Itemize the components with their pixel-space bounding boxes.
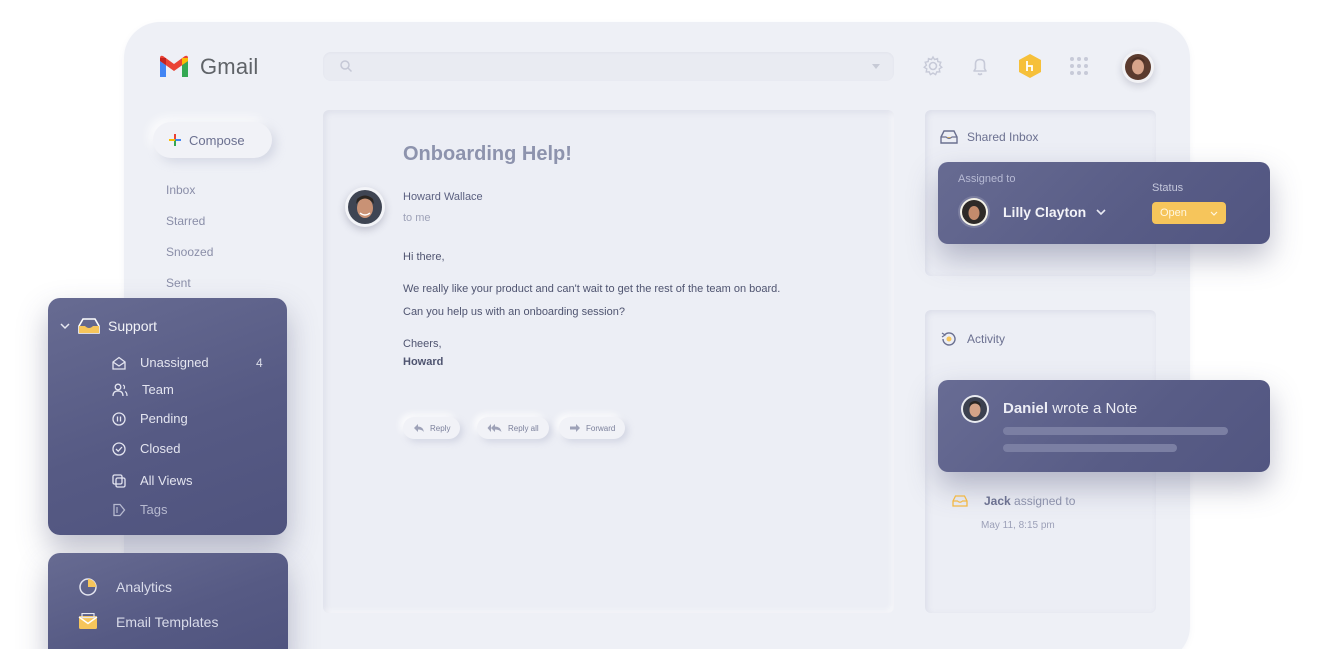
support-item-all-views[interactable]: All Views [112, 473, 193, 488]
support-item-label: All Views [140, 473, 193, 488]
status-dropdown[interactable]: Open [1152, 202, 1226, 224]
reply-button[interactable]: Reply [403, 417, 461, 439]
support-panel: Support Unassigned 4 Team Pending Closed… [48, 298, 287, 535]
compose-button[interactable]: Compose [153, 122, 272, 158]
note-action: wrote a Note [1052, 400, 1138, 417]
search-input[interactable] [323, 52, 894, 81]
forward-button[interactable]: Forward [559, 417, 626, 439]
support-item-label: Closed [140, 441, 181, 456]
note-activity-card[interactable]: Daniel wrote a Note [938, 380, 1270, 472]
event-actor: Jack [984, 494, 1011, 508]
notification-bell-icon[interactable] [968, 54, 992, 78]
status-value: Open [1160, 207, 1187, 219]
recipient-label: to me [403, 212, 431, 224]
tag-icon [113, 503, 126, 516]
pie-chart-icon [79, 578, 97, 596]
assignment-card: Assigned to Lilly Clayton Status Open [938, 162, 1270, 244]
assignee-avatar [960, 198, 988, 226]
settings-gear-icon[interactable] [921, 54, 945, 78]
apps-grid-icon[interactable] [1067, 54, 1091, 78]
search-icon [339, 59, 353, 78]
pause-circle-icon [112, 411, 126, 426]
copy-icon [112, 473, 126, 488]
event-action: assigned to [1014, 494, 1076, 508]
analytics-menu-item[interactable]: Analytics [78, 577, 172, 597]
note-actor: Daniel [1003, 400, 1049, 417]
email-subject: Onboarding Help! [403, 143, 572, 165]
support-item-label: Team [142, 382, 174, 397]
reply-all-button[interactable]: Reply all [477, 417, 549, 439]
email-template-icon [78, 613, 98, 629]
activity-header: Activity [940, 331, 1005, 347]
chevron-down-icon [1210, 211, 1218, 216]
gmail-m-icon [160, 55, 188, 77]
forward-label: Forward [586, 423, 616, 433]
user-avatar[interactable] [1122, 51, 1154, 83]
unassigned-count: 4 [256, 356, 263, 370]
hiver-extension-icon[interactable] [1018, 54, 1042, 78]
plus-icon [169, 134, 181, 146]
support-header[interactable]: Support [60, 318, 157, 334]
nav-item-inbox[interactable]: Inbox [166, 183, 195, 197]
chevron-down-icon[interactable] [1096, 209, 1106, 216]
email-templates-label: Email Templates [116, 614, 219, 630]
tools-panel: Analytics Email Templates [48, 553, 288, 649]
team-icon [112, 383, 128, 396]
support-item-unassigned[interactable]: Unassigned [112, 355, 209, 370]
inbox-tray-icon [952, 495, 968, 507]
shared-inbox-title: Shared Inbox [967, 130, 1039, 144]
assignee-name[interactable]: Lilly Clayton [1003, 204, 1086, 220]
sender-avatar [345, 187, 385, 227]
email-templates-menu-item[interactable]: Email Templates [78, 613, 218, 631]
support-item-tags[interactable]: Tags [112, 502, 167, 517]
search-options-caret-icon[interactable] [872, 64, 880, 69]
assigned-to-label: Assigned to [958, 173, 1016, 185]
support-item-label: Tags [140, 502, 168, 517]
status-label: Status [1152, 182, 1184, 194]
support-item-team[interactable]: Team [112, 382, 174, 397]
email-body-line: We really like your product and can't wa… [403, 283, 781, 295]
compose-label: Compose [189, 132, 245, 148]
email-body-line: Cheers, [403, 338, 442, 350]
support-item-pending[interactable]: Pending [112, 411, 188, 426]
reply-icon [414, 424, 424, 432]
nav-item-snoozed[interactable]: Snoozed [166, 245, 213, 259]
reply-all-icon [487, 424, 502, 432]
event-timestamp: May 11, 8:15 pm [981, 520, 1055, 531]
note-author-avatar [961, 395, 989, 423]
inbox-tray-icon [78, 318, 100, 334]
support-item-label: Unassigned [140, 355, 209, 370]
support-item-label: Pending [140, 411, 188, 426]
assignment-activity-row: Jack assigned to [952, 494, 1075, 508]
inbox-tray-icon [940, 130, 958, 144]
app-name: Gmail [200, 54, 259, 79]
email-body-line: Can you help us with an onboarding sessi… [403, 306, 625, 318]
note-preview-placeholder [1003, 427, 1228, 435]
envelope-open-icon [112, 356, 126, 370]
reply-all-label: Reply all [508, 423, 539, 433]
email-signature: Howard [403, 356, 444, 368]
check-circle-icon [112, 441, 126, 456]
email-body-line: Hi there, [403, 251, 445, 263]
chevron-down-icon [60, 322, 70, 329]
nav-item-starred[interactable]: Starred [166, 214, 205, 228]
reply-label: Reply [430, 423, 451, 433]
sender-name: Howard Wallace [403, 191, 483, 203]
activity-history-icon [941, 332, 956, 346]
activity-title: Activity [967, 332, 1006, 346]
analytics-label: Analytics [116, 579, 173, 595]
support-title: Support [108, 318, 158, 334]
note-preview-placeholder [1003, 444, 1177, 452]
shared-inbox-header: Shared Inbox [940, 130, 1038, 144]
support-item-closed[interactable]: Closed [112, 441, 180, 456]
gmail-logo[interactable]: Gmail [158, 54, 258, 80]
nav-item-sent[interactable]: Sent [166, 276, 191, 290]
note-activity-text: Daniel wrote a Note [1003, 400, 1137, 417]
forward-icon [570, 424, 580, 432]
